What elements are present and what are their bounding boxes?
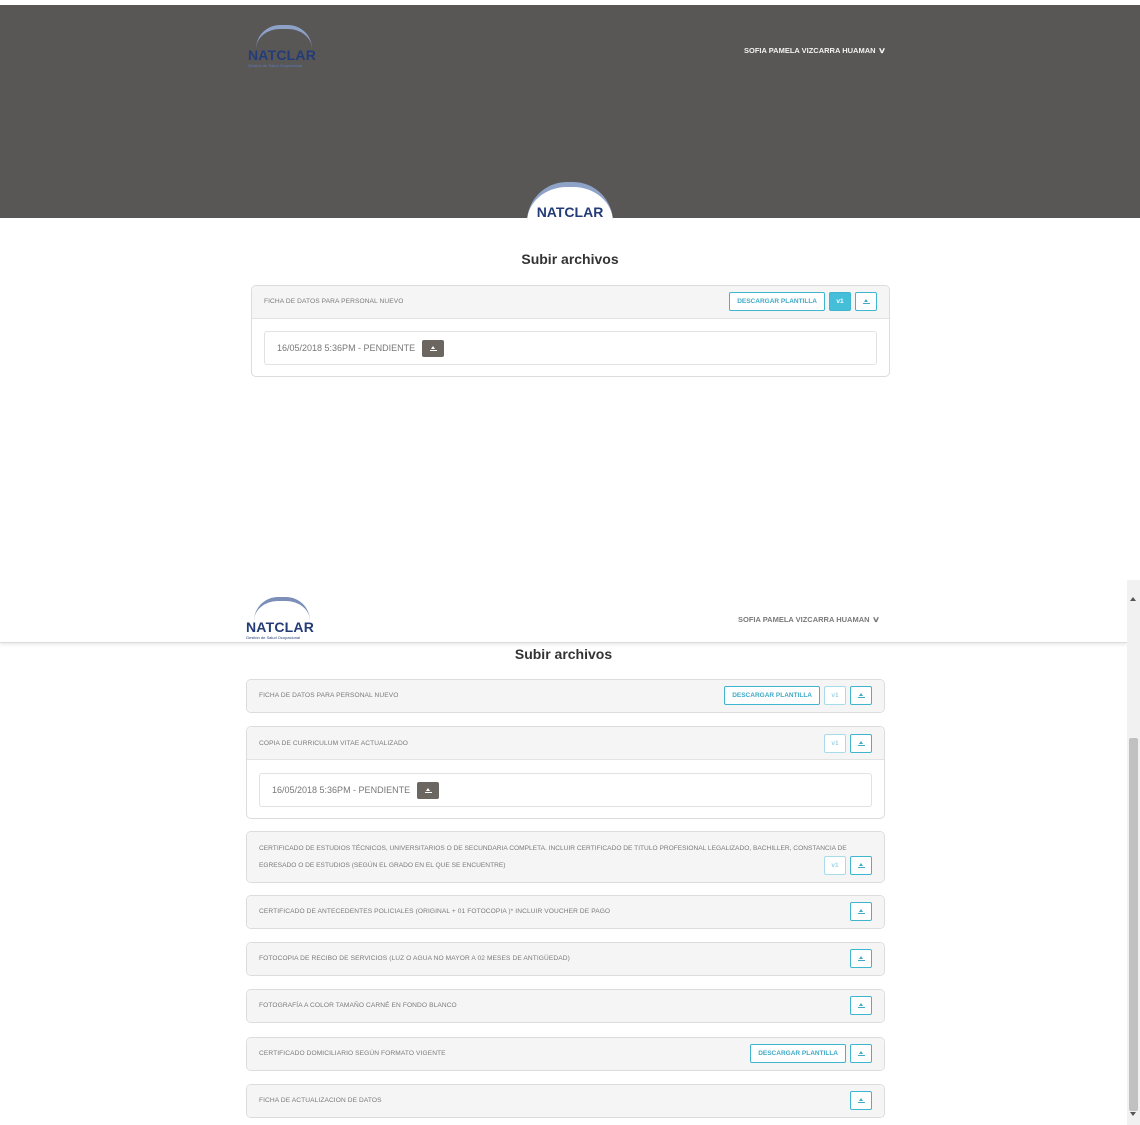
- panel-title: CERTIFICADO DOMICILIARIO SEGÚN FORMATO V…: [259, 1050, 446, 1057]
- upload-icon: [857, 955, 865, 962]
- version-label: v1: [831, 692, 839, 699]
- document-panel: CERTIFICADO DE ANTECEDENTES POLICIALES (…: [246, 895, 885, 929]
- panel-actions: [850, 1091, 872, 1110]
- vertical-scrollbar[interactable]: [1127, 580, 1140, 1125]
- logo-text: NATCLAR: [248, 47, 317, 63]
- logo-text: NATCLAR: [246, 619, 315, 635]
- logo-tagline: Gestión de Salud Ocupacional: [248, 63, 303, 68]
- user-name: SOFIA PAMELA VIZCARRA HUAMAN: [738, 615, 870, 624]
- document-panel: COPIA DE CURRICULUM VITAE ACTUALIZADO v1…: [246, 726, 885, 819]
- panel-title: FICHA DE DATOS PARA PERSONAL NUEVO: [259, 692, 399, 699]
- download-file-button[interactable]: [417, 782, 439, 799]
- document-panel: FOTOGRAFÍA A COLOR TAMAÑO CARNÉ EN FONDO…: [246, 989, 885, 1023]
- upload-button[interactable]: [850, 1044, 872, 1063]
- upload-button[interactable]: [855, 292, 877, 311]
- panel-header: FOTOCOPIA DE RECIBO DE SERVICIOS (LUZ O …: [247, 943, 884, 975]
- version-label: v1: [831, 862, 839, 869]
- upload-button[interactable]: [850, 949, 872, 968]
- download-icon: [429, 345, 437, 352]
- navbar: NATCLAR Gestión de Salud Ocupacional SOF…: [0, 580, 1127, 643]
- panel-title: CERTIFICADO DE ANTECEDENTES POLICIALES (…: [259, 908, 611, 915]
- download-template-button[interactable]: DESCARGAR PLANTILLA: [729, 292, 825, 311]
- panel-title: FICHA DE ACTUALIZACION DE DATOS: [259, 1097, 382, 1104]
- upload-button[interactable]: [850, 856, 872, 875]
- screen-top: NATCLAR Gestión de Salud Ocupacional SOF…: [0, 0, 1140, 580]
- panel-actions: DESCARGAR PLANTILLA v1: [729, 292, 877, 311]
- user-name: SOFIA PAMELA VIZCARRA HUAMAN: [744, 46, 876, 55]
- upload-icon: [857, 1002, 865, 1009]
- panel-header: CERTIFICADO DOMICILIARIO SEGÚN FORMATO V…: [247, 1038, 884, 1070]
- user-menu[interactable]: SOFIA PAMELA VIZCARRA HUAMAN ∨: [744, 46, 886, 55]
- document-panel: FICHA DE ACTUALIZACION DE DATOS: [246, 1084, 885, 1118]
- page-title: Subir archivos: [521, 251, 619, 267]
- panel-title: FOTOCOPIA DE RECIBO DE SERVICIOS (LUZ O …: [259, 955, 570, 962]
- chevron-down-icon: ∨: [877, 46, 886, 55]
- scroll-down-icon[interactable]: [1130, 1112, 1136, 1116]
- document-panel: CERTIFICADO DE ESTUDIOS TÉCNICOS, UNIVER…: [246, 831, 885, 883]
- upload-button[interactable]: [850, 1091, 872, 1110]
- panel-actions: [850, 902, 872, 921]
- version-label: v1: [831, 740, 839, 747]
- panel-title: FICHA DE DATOS PARA PERSONAL NUEVO: [264, 298, 404, 305]
- panel-title: FOTOGRAFÍA A COLOR TAMAÑO CARNÉ EN FONDO…: [259, 1002, 457, 1009]
- panel-title: CERTIFICADO DE ESTUDIOS TÉCNICOS, UNIVER…: [259, 845, 847, 869]
- panel-header: FICHA DE DATOS PARA PERSONAL NUEVO DESCA…: [252, 286, 889, 319]
- version-label: v1: [836, 298, 844, 305]
- panel-actions: v1: [824, 856, 872, 875]
- download-file-button[interactable]: [422, 340, 444, 357]
- upload-icon: [857, 908, 865, 915]
- upload-icon: [857, 692, 865, 699]
- brand-logo[interactable]: NATCLAR Gestión de Salud Ocupacional: [248, 25, 334, 68]
- screen-bottom: NATCLAR Gestión de Salud Ocupacional SOF…: [0, 580, 1140, 1125]
- upload-icon: [857, 1097, 865, 1104]
- page-title: Subir archivos: [514, 646, 613, 662]
- badge-logo-text: NATCLAR: [536, 204, 604, 220]
- upload-button[interactable]: [850, 902, 872, 921]
- panel-actions: v1: [824, 734, 872, 753]
- upload-icon: [857, 862, 865, 869]
- file-entry-text: 16/05/2018 5:36PM - PENDIENTE: [272, 785, 411, 795]
- download-template-button[interactable]: DESCARGAR PLANTILLA: [750, 1044, 846, 1063]
- user-menu[interactable]: SOFIA PAMELA VIZCARRA HUAMAN ∨: [738, 615, 880, 624]
- upload-icon: [857, 740, 865, 747]
- scroll-up-icon[interactable]: [1130, 597, 1136, 601]
- brand-logo[interactable]: NATCLAR Gestión de Salud Ocupacional: [246, 597, 332, 640]
- upload-button[interactable]: [850, 734, 872, 753]
- version-button[interactable]: v1: [824, 686, 846, 705]
- center-logo-badge: NATCLAR: [527, 182, 613, 222]
- panel-header: CERTIFICADO DE ESTUDIOS TÉCNICOS, UNIVER…: [247, 832, 884, 882]
- file-entry: 16/05/2018 5:36PM - PENDIENTE: [264, 331, 877, 365]
- download-template-button[interactable]: DESCARGAR PLANTILLA: [724, 686, 820, 705]
- document-panel: CERTIFICADO DOMICILIARIO SEGÚN FORMATO V…: [246, 1037, 885, 1071]
- download-icon: [424, 787, 432, 794]
- upload-icon: [862, 298, 870, 305]
- panel-title: COPIA DE CURRICULUM VITAE ACTUALIZADO: [259, 740, 409, 747]
- panel-header: FICHA DE DATOS PARA PERSONAL NUEVO DESCA…: [247, 680, 884, 712]
- logo-tagline: Gestión de Salud Ocupacional: [246, 635, 301, 640]
- document-panel: FICHA DE DATOS PARA PERSONAL NUEVO DESCA…: [251, 285, 890, 377]
- upload-button[interactable]: [850, 686, 872, 705]
- upload-icon: [857, 1050, 865, 1057]
- panel-actions: [850, 949, 872, 968]
- file-entry: 16/05/2018 5:36PM - PENDIENTE: [259, 773, 872, 807]
- panel-actions: DESCARGAR PLANTILLA v1: [724, 686, 872, 705]
- panel-header: FICHA DE ACTUALIZACION DE DATOS: [247, 1085, 884, 1117]
- panel-header: CERTIFICADO DE ANTECEDENTES POLICIALES (…: [247, 896, 884, 928]
- logo-arc: [254, 597, 310, 621]
- panel-header: COPIA DE CURRICULUM VITAE ACTUALIZADO v1: [247, 727, 884, 760]
- upload-button[interactable]: [850, 996, 872, 1015]
- logo-arc: [256, 25, 312, 49]
- version-button[interactable]: v1: [824, 734, 846, 753]
- panel-actions: [850, 996, 872, 1015]
- document-panel: FOTOCOPIA DE RECIBO DE SERVICIOS (LUZ O …: [246, 942, 885, 976]
- version-button[interactable]: v1: [824, 856, 846, 875]
- file-entry-text: 16/05/2018 5:36PM - PENDIENTE: [277, 343, 416, 353]
- document-panel: FICHA DE DATOS PARA PERSONAL NUEVO DESCA…: [246, 679, 885, 713]
- version-button[interactable]: v1: [829, 292, 851, 311]
- panel-header: FOTOGRAFÍA A COLOR TAMAÑO CARNÉ EN FONDO…: [247, 990, 884, 1022]
- scroll-thumb[interactable]: [1129, 738, 1138, 1111]
- panel-actions: DESCARGAR PLANTILLA: [750, 1044, 872, 1063]
- chevron-down-icon: ∨: [871, 615, 880, 624]
